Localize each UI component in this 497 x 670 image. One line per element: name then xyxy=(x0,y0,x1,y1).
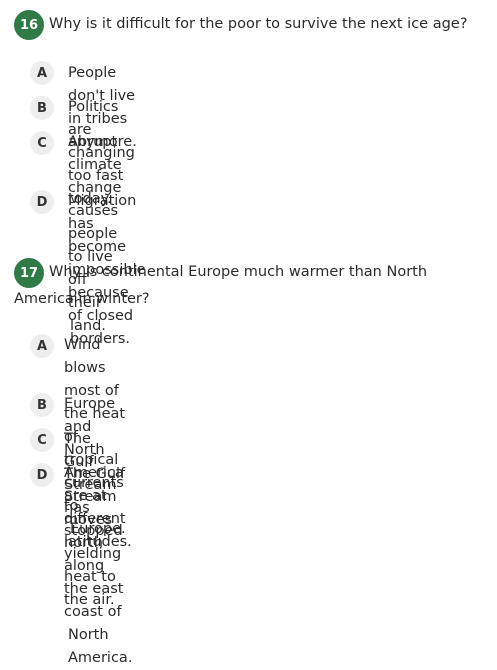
question-text-continued: America in winter? xyxy=(14,291,150,307)
question-text: Why is it difficult for the poor to surv… xyxy=(49,16,468,32)
option-text-line: The Gulf Stream moves north along the ea… xyxy=(64,466,126,620)
option-letter: D xyxy=(30,190,54,214)
question-text: Why is continental Europe much warmer th… xyxy=(49,264,428,280)
option-letter: A xyxy=(30,334,54,358)
option-letter: B xyxy=(30,393,54,417)
question-number-badge: 16 xyxy=(14,10,44,40)
question-number-badge: 17 xyxy=(14,258,44,288)
option-text-line: North America. xyxy=(68,627,133,666)
option-letter: A xyxy=(30,61,54,85)
option-letter: C xyxy=(30,131,54,155)
option-text: The Gulf Stream moves north along the ea… xyxy=(64,463,132,670)
option-letter: D xyxy=(30,463,54,487)
option-letter: C xyxy=(30,428,54,452)
option-letter: B xyxy=(30,96,54,120)
